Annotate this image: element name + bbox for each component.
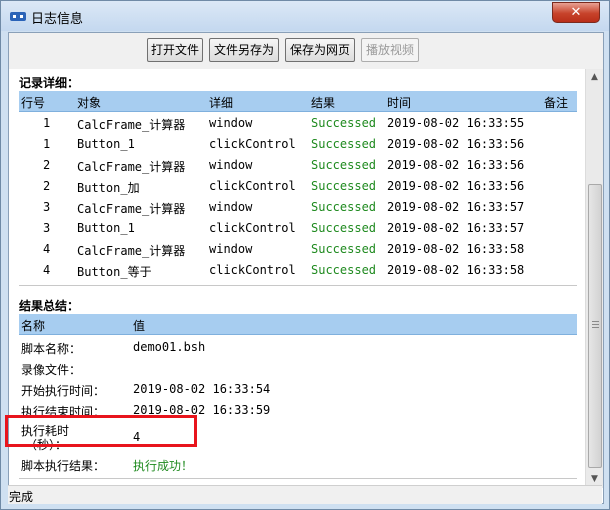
grip-line	[592, 321, 599, 322]
details-table-header: 行号 对象 详细 结果 时间 备注	[19, 91, 577, 112]
cell-no: 3	[43, 221, 51, 235]
cell-time: 2019-08-02 16:33:56	[387, 158, 525, 172]
col-row-number: 行号	[21, 96, 46, 110]
summary-value: 2019-08-02 16:33:54	[133, 382, 271, 396]
cell-time: 2019-08-02 16:33:55	[387, 116, 525, 130]
summary-label: 脚本执行结果：	[21, 459, 106, 473]
summary-row-start-time: 开始执行时间： 2019-08-02 16:33:54	[19, 379, 577, 400]
cell-no: 4	[43, 242, 51, 256]
cell-no: 2	[43, 158, 51, 172]
result-highlight-box	[5, 415, 197, 447]
summary-value: demo01.bsh	[133, 340, 206, 354]
cell-no: 3	[43, 200, 51, 214]
col-name: 名称	[21, 319, 46, 333]
table-row[interactable]: 3 Button_1 clickControl Successed 2019-08-02…	[19, 218, 577, 239]
cell-time: 2019-08-02 16:33:58	[387, 263, 525, 277]
cell-time: 2019-08-02 16:33:58	[387, 242, 525, 256]
table-row[interactable]: 4 CalcFrame_计算器 window Successed 2019-08-02 …	[19, 239, 577, 260]
close-icon: ✕	[570, 5, 582, 20]
cell-object: Button_等于	[77, 265, 152, 279]
window-title: 日志信息	[31, 12, 84, 27]
execution-result-value: 执行成功！	[133, 459, 194, 473]
grip-line	[592, 327, 599, 328]
cell-detail: clickControl	[209, 137, 296, 151]
cell-object: CalcFrame_计算器	[77, 118, 186, 132]
table-row[interactable]: 1 CalcFrame_计算器 window Successed 2019-08-02 …	[19, 113, 577, 134]
cell-detail: window	[209, 200, 253, 214]
summary-section-title: 结果总结：	[19, 299, 80, 313]
grip-line	[592, 324, 599, 325]
cell-object: CalcFrame_计算器	[77, 244, 186, 258]
cell-detail: clickControl	[209, 221, 296, 235]
cell-no: 1	[43, 116, 51, 130]
cell-result: Successed	[311, 242, 377, 256]
col-detail: 详细	[209, 96, 234, 110]
section-divider	[19, 285, 577, 286]
summary-label: 脚本名称：	[21, 342, 82, 356]
table-row[interactable]: 2 Button_加 clickControl Successed 2019-08-02…	[19, 176, 577, 197]
cell-detail: window	[209, 116, 253, 130]
cell-detail: clickControl	[209, 263, 296, 277]
log-window: 日志信息 ✕ 打开文件 文件另存为 保存为网页 播放视频 记录详细： 行号 对象…	[0, 0, 610, 510]
cell-time: 2019-08-02 16:33:56	[387, 137, 525, 151]
cell-detail: window	[209, 158, 253, 172]
save-as-webpage-button[interactable]: 保存为网页	[285, 38, 355, 62]
summary-table-header: 名称 值	[19, 314, 577, 335]
vertical-scrollbar[interactable]: ▲ ▼	[585, 69, 603, 488]
title-bar: 日志信息 ✕	[1, 1, 609, 31]
col-time: 时间	[387, 96, 412, 110]
close-button[interactable]: ✕	[552, 2, 600, 23]
summary-label: 录像文件：	[21, 363, 82, 377]
cell-detail: clickControl	[209, 179, 296, 193]
cell-time: 2019-08-02 16:33:56	[387, 179, 525, 193]
cell-object: Button_加	[77, 181, 140, 195]
cell-no: 4	[43, 263, 51, 277]
cell-no: 1	[43, 137, 51, 151]
scroll-up-icon[interactable]: ▲	[586, 69, 603, 86]
cell-result: Successed	[311, 200, 377, 214]
status-bar: 完成	[8, 485, 602, 504]
app-icon	[10, 12, 26, 21]
cell-result: Successed	[311, 179, 377, 193]
table-row[interactable]: 2 CalcFrame_计算器 window Successed 2019-08-02 …	[19, 155, 577, 176]
table-row[interactable]: 3 CalcFrame_计算器 window Successed 2019-08-02 …	[19, 197, 577, 218]
cell-time: 2019-08-02 16:33:57	[387, 200, 525, 214]
table-row[interactable]: 4 Button_等于 clickControl Successed 2019-08-0…	[19, 260, 577, 281]
cell-object: Button_1	[77, 221, 135, 235]
cell-result: Successed	[311, 221, 377, 235]
table-row[interactable]: 1 Button_1 clickControl Successed 2019-08-02…	[19, 134, 577, 155]
col-result: 结果	[311, 96, 336, 110]
summary-bottom-divider	[19, 478, 577, 479]
cell-object: Button_1	[77, 137, 135, 151]
col-value: 值	[133, 319, 146, 333]
cell-result: Successed	[311, 158, 377, 172]
summary-row-result: 脚本执行结果： 执行成功！	[19, 453, 577, 474]
play-video-button[interactable]: 播放视频	[361, 38, 419, 62]
cell-detail: window	[209, 242, 253, 256]
cell-result: Successed	[311, 116, 377, 130]
summary-row-script-name: 脚本名称： demo01.bsh	[19, 337, 577, 358]
cell-no: 2	[43, 179, 51, 193]
cell-result: Successed	[311, 263, 377, 277]
cell-object: CalcFrame_计算器	[77, 202, 186, 216]
details-section-title: 记录详细：	[19, 76, 80, 90]
cell-time: 2019-08-02 16:33:57	[387, 221, 525, 235]
cell-result: Successed	[311, 137, 377, 151]
col-remark: 备注	[544, 96, 569, 110]
col-object: 对象	[77, 96, 102, 110]
save-file-as-button[interactable]: 文件另存为	[209, 38, 279, 62]
open-file-button[interactable]: 打开文件	[147, 38, 203, 62]
toolbar: 打开文件 文件另存为 保存为网页 播放视频	[9, 33, 603, 70]
summary-row-video-file: 录像文件：	[19, 358, 577, 379]
status-text: 完成	[9, 490, 34, 504]
summary-label: 开始执行时间：	[21, 384, 106, 398]
cell-object: CalcFrame_计算器	[77, 160, 186, 174]
scroll-thumb[interactable]	[588, 184, 602, 468]
